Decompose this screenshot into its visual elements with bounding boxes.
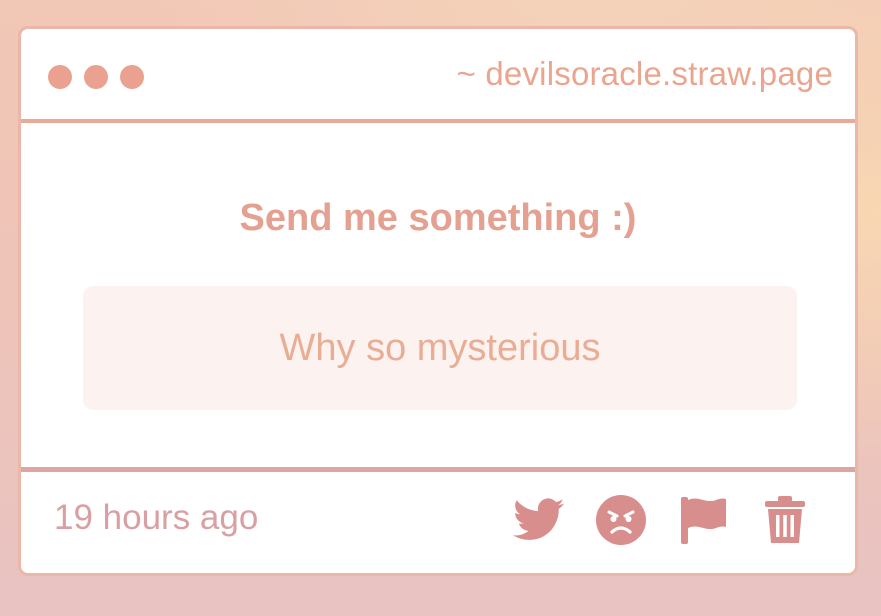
timestamp: 19 hours ago: [54, 498, 259, 537]
delete-button[interactable]: [759, 494, 811, 546]
titlebar: ~ devilsoracle.straw.page: [21, 29, 855, 123]
twitter-icon: [513, 498, 565, 542]
angry-face-icon: [596, 495, 646, 545]
window-dot: [84, 65, 108, 89]
flag-icon: [678, 494, 728, 546]
page-url[interactable]: ~ devilsoracle.straw.page: [457, 55, 833, 93]
message-text: Why so mysterious: [279, 326, 601, 369]
report-flag-button[interactable]: [677, 494, 729, 546]
action-bar: [513, 494, 811, 546]
share-twitter-button[interactable]: [513, 494, 565, 546]
card-content: Send me something :) Why so mysterious: [21, 123, 855, 473]
react-angry-button[interactable]: [595, 494, 647, 546]
card-footer: 19 hours ago: [21, 467, 855, 573]
window-dot: [48, 65, 72, 89]
message-box: Why so mysterious: [83, 286, 797, 410]
window-dot: [120, 65, 144, 89]
message-card-window: ~ devilsoracle.straw.page Send me someth…: [18, 26, 858, 576]
prompt-heading: Send me something :): [239, 197, 637, 239]
window-controls: [48, 65, 144, 89]
trash-icon: [763, 495, 807, 545]
